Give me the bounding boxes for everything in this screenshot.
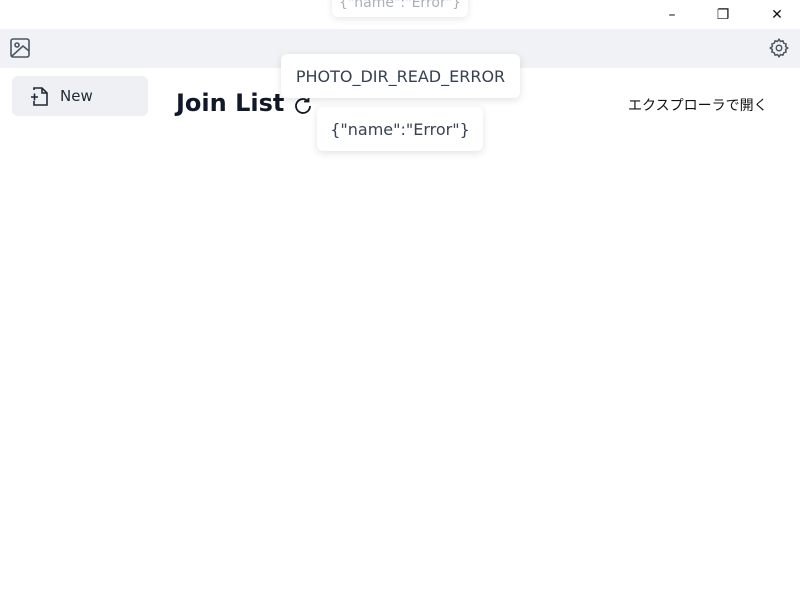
open-in-explorer-button[interactable]: エクスプローラで開く (620, 94, 776, 116)
error-toast: {"name":"Error"} (317, 107, 483, 151)
gear-icon[interactable] (768, 37, 790, 59)
sidebar-item-label: New (60, 87, 93, 105)
error-toast: {"name":"Error"} (332, 0, 468, 17)
minimize-button[interactable]: – (649, 0, 695, 29)
image-icon[interactable] (9, 37, 31, 59)
error-toast: PHOTO_DIR_READ_ERROR (281, 54, 520, 98)
maximize-button[interactable]: ❐ (700, 0, 746, 29)
page-title: Join List (176, 89, 285, 117)
file-plus-icon (29, 85, 51, 107)
sidebar-item-new[interactable]: New (12, 76, 148, 116)
close-button[interactable]: ✕ (754, 0, 800, 29)
